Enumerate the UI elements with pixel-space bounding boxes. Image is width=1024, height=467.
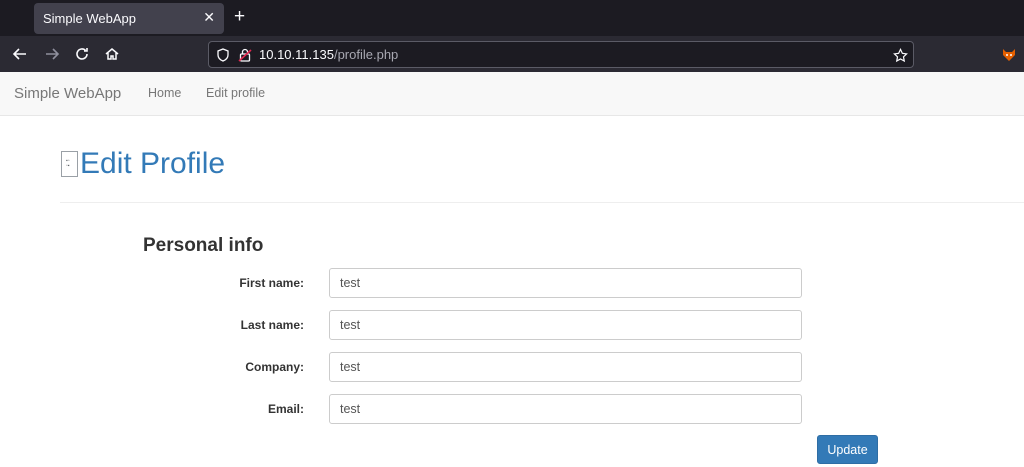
company-input[interactable] (329, 352, 802, 382)
forward-arrow-icon[interactable] (40, 42, 64, 66)
broken-image-icon: ▪▫ ▫▪ (61, 151, 78, 177)
first-name-label: First name: (239, 276, 304, 290)
extension-fox-icon[interactable] (1000, 45, 1018, 63)
browser-tab-strip: Simple WebApp ✕ + (0, 0, 1024, 36)
back-arrow-icon[interactable] (8, 42, 32, 66)
url-bar[interactable]: 10.10.11.135/profile.php (208, 41, 914, 68)
last-name-input[interactable] (329, 310, 802, 340)
shield-icon[interactable] (215, 47, 231, 63)
last-name-label: Last name: (240, 318, 304, 332)
update-button[interactable]: Update (817, 435, 878, 464)
reload-icon[interactable] (70, 42, 94, 66)
divider (60, 202, 1024, 203)
site-navbar: Simple WebApp Home Edit profile (0, 72, 1024, 116)
email-label: Email: (267, 402, 304, 416)
url-host: 10.10.11.135 (259, 47, 334, 62)
nav-link-home[interactable]: Home (148, 86, 181, 100)
browser-tab-title: Simple WebApp (43, 11, 136, 26)
url-text[interactable]: 10.10.11.135/profile.php (259, 47, 398, 62)
new-tab-button[interactable]: + (234, 6, 245, 28)
site-brand[interactable]: Simple WebApp (14, 85, 121, 102)
nav-link-edit-profile[interactable]: Edit profile (206, 86, 265, 100)
insecure-lock-icon[interactable] (237, 47, 253, 63)
url-path: /profile.php (333, 47, 399, 62)
browser-tab[interactable]: Simple WebApp ✕ (34, 3, 224, 34)
first-name-input[interactable] (329, 268, 802, 298)
home-icon[interactable] (100, 42, 124, 66)
close-tab-icon[interactable]: ✕ (203, 9, 215, 26)
company-label: Company: (245, 360, 304, 374)
section-title: Personal info (143, 235, 264, 256)
bookmark-star-icon[interactable] (892, 47, 908, 63)
email-input[interactable] (329, 394, 802, 424)
page-title: Edit Profile (80, 147, 226, 180)
